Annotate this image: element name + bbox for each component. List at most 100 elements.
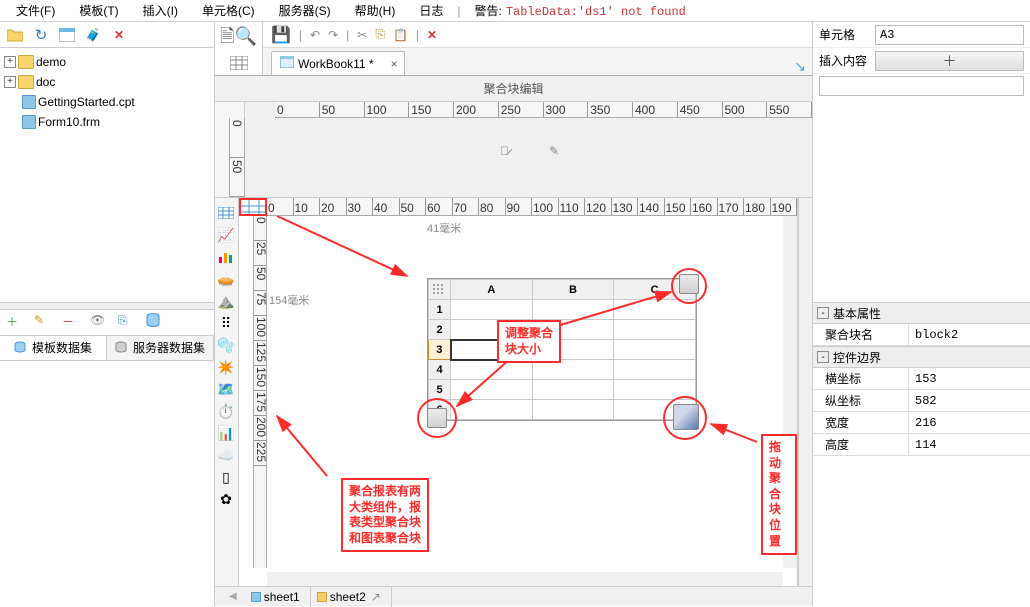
visibility-icon[interactable]: 👁̷ bbox=[500, 144, 509, 158]
prop-x[interactable]: 横坐标153 bbox=[813, 368, 1030, 390]
package-icon[interactable]: 🧳 bbox=[84, 26, 102, 44]
section-basic[interactable]: - 基本属性 bbox=[813, 302, 1030, 324]
cell-ref-input[interactable]: A3 bbox=[875, 25, 1024, 45]
palette-combo-chart-icon[interactable]: 📊 bbox=[215, 422, 237, 444]
palette-map-icon[interactable]: 🗺️ bbox=[215, 378, 237, 400]
copy-icon[interactable]: ⎘ bbox=[118, 313, 136, 331]
palette-bar-chart-icon[interactable] bbox=[215, 246, 237, 268]
tree-file-gettingstarted[interactable]: GettingStarted.cpt bbox=[2, 92, 212, 112]
width-readout: 41毫米 bbox=[427, 220, 461, 236]
grid-icon[interactable] bbox=[230, 56, 248, 73]
expand-icon[interactable]: + bbox=[4, 76, 16, 88]
copy-icon[interactable]: ⎘ bbox=[375, 27, 385, 42]
vertical-ruler: 0255075100125150175200225 bbox=[253, 216, 267, 568]
tree-folder-doc[interactable]: + doc bbox=[2, 72, 212, 92]
tab-overflow-icon[interactable]: ↘ bbox=[794, 58, 806, 75]
dataset-body[interactable] bbox=[0, 361, 214, 607]
palette-cloud-icon[interactable]: ☁️ bbox=[215, 444, 237, 466]
cut-icon[interactable]: ✂ bbox=[357, 28, 367, 42]
frm-file-icon bbox=[22, 115, 36, 129]
close-tab-icon[interactable]: × bbox=[391, 57, 398, 71]
file-tree[interactable]: + demo + doc GettingStarted.cpt Form10.f… bbox=[0, 48, 214, 302]
splitter[interactable] bbox=[0, 302, 214, 310]
palette-flower-icon[interactable]: ✿ bbox=[215, 488, 237, 510]
tab-label: 模板数据集 bbox=[32, 339, 92, 356]
save-icon[interactable]: 💾 bbox=[271, 25, 291, 45]
datasource-icon[interactable] bbox=[146, 313, 164, 331]
menu-insert[interactable]: 插入(I) bbox=[131, 2, 190, 19]
col-header[interactable]: A bbox=[451, 280, 533, 300]
edit-pen-icon[interactable]: ✎ bbox=[549, 144, 559, 158]
tree-file-form10[interactable]: Form10.frm bbox=[2, 112, 212, 132]
collapse-icon[interactable]: - bbox=[817, 351, 829, 363]
redo-icon[interactable]: ↷ bbox=[328, 28, 338, 42]
insert-content-button[interactable]: ＋ bbox=[875, 51, 1024, 71]
canvas[interactable]: 41毫米 154毫米 A B C 1 bbox=[267, 216, 797, 586]
resize-handle-left[interactable] bbox=[427, 408, 447, 428]
collapse-icon[interactable]: - bbox=[817, 307, 829, 319]
undo-icon[interactable]: ↶ bbox=[310, 28, 320, 42]
palette-line-chart-icon[interactable]: 📈 bbox=[215, 224, 237, 246]
document-tab[interactable]: WorkBook11 * × bbox=[271, 51, 405, 75]
palette-scatter-chart-icon[interactable]: ⠿ bbox=[215, 312, 237, 334]
ruler-corner[interactable] bbox=[239, 198, 267, 216]
paste-icon[interactable]: 📋 bbox=[393, 28, 408, 42]
aggregate-block[interactable]: A B C 1 2 3 4 5 6 bbox=[427, 278, 697, 421]
sheet-icon bbox=[251, 592, 261, 602]
palette-table-icon[interactable] bbox=[215, 202, 237, 224]
preview-report-icon[interactable]: 🗎🔍 bbox=[220, 24, 257, 54]
prop-y[interactable]: 纵坐标582 bbox=[813, 390, 1030, 412]
prop-height[interactable]: 高度114 bbox=[813, 434, 1030, 456]
menu-server[interactable]: 服务器(S) bbox=[267, 2, 343, 19]
palette-area-chart-icon[interactable]: ⛰️ bbox=[215, 290, 237, 312]
row-header[interactable]: 3 bbox=[429, 340, 451, 360]
side-scrollbar[interactable] bbox=[798, 198, 812, 586]
menu-cell[interactable]: 单元格(C) bbox=[190, 2, 267, 19]
formula-input[interactable] bbox=[819, 76, 1024, 96]
sheet-tab-1[interactable]: sheet1 bbox=[245, 587, 311, 607]
new-window-icon[interactable] bbox=[58, 26, 76, 44]
height-readout: 154毫米 bbox=[269, 292, 309, 308]
menu-help[interactable]: 帮助(H) bbox=[343, 2, 408, 19]
resize-handle-top[interactable] bbox=[679, 274, 699, 294]
tab-template-dataset[interactable]: 模板数据集 bbox=[0, 336, 107, 360]
menu-file[interactable]: 文件(F) bbox=[4, 2, 67, 19]
add-dataset-icon[interactable]: ＋ bbox=[6, 313, 24, 331]
prop-block-name[interactable]: 聚合块名 block2 bbox=[813, 324, 1030, 346]
row-header[interactable]: 5 bbox=[429, 380, 451, 400]
horizontal-scrollbar[interactable] bbox=[267, 572, 783, 586]
sheet-popup-icon[interactable]: ↗ bbox=[371, 590, 381, 604]
refresh-icon[interactable]: ↻ bbox=[32, 26, 50, 44]
canvas-wrap[interactable]: 0102030405060708090100110120130140150160… bbox=[239, 198, 798, 586]
move-handle[interactable] bbox=[673, 404, 699, 430]
document-tab-label: WorkBook11 * bbox=[298, 57, 374, 71]
palette-bubble-chart-icon[interactable]: 🫧 bbox=[215, 334, 237, 356]
prop-width[interactable]: 宽度216 bbox=[813, 412, 1030, 434]
palette-radar-chart-icon[interactable]: ✴️ bbox=[215, 356, 237, 378]
delete-icon[interactable]: ✕ bbox=[427, 28, 437, 42]
delete-dataset-icon[interactable]: － bbox=[62, 313, 80, 331]
menu-template[interactable]: 模板(T) bbox=[67, 2, 130, 19]
tree-folder-demo[interactable]: + demo bbox=[2, 52, 212, 72]
palette-column-icon[interactable]: ▯ bbox=[215, 466, 237, 488]
tree-label: doc bbox=[36, 75, 55, 89]
row-header[interactable]: 2 bbox=[429, 320, 451, 340]
left-toolbar: ↻ 🧳 ✕ bbox=[0, 22, 214, 48]
cell-ref-label: 单元格 bbox=[819, 26, 875, 43]
menu-log[interactable]: 日志 bbox=[407, 2, 455, 19]
row-header[interactable]: 1 bbox=[429, 300, 451, 320]
menu-warning[interactable]: 警告:TableData:'ds1' not found bbox=[462, 2, 697, 19]
sheet-tab-2[interactable]: sheet2 ↗ bbox=[311, 587, 392, 607]
row-header[interactable]: 4 bbox=[429, 360, 451, 380]
palette-pie-chart-icon[interactable]: 🥧 bbox=[215, 268, 237, 290]
tab-server-dataset[interactable]: 服务器数据集 bbox=[107, 336, 214, 360]
expand-icon[interactable]: + bbox=[4, 56, 16, 68]
sheet-nav-prev[interactable]: ◀ bbox=[221, 591, 245, 602]
open-folder-icon[interactable] bbox=[6, 26, 24, 44]
palette-gauge-icon[interactable]: ⏱️ bbox=[215, 400, 237, 422]
section-bounds[interactable]: - 控件边界 bbox=[813, 346, 1030, 368]
edit-dataset-icon[interactable]: ✎ bbox=[34, 313, 52, 331]
preview-icon[interactable]: 👁 bbox=[90, 313, 108, 331]
col-header[interactable]: B bbox=[532, 280, 614, 300]
delete-icon[interactable]: ✕ bbox=[110, 26, 128, 44]
